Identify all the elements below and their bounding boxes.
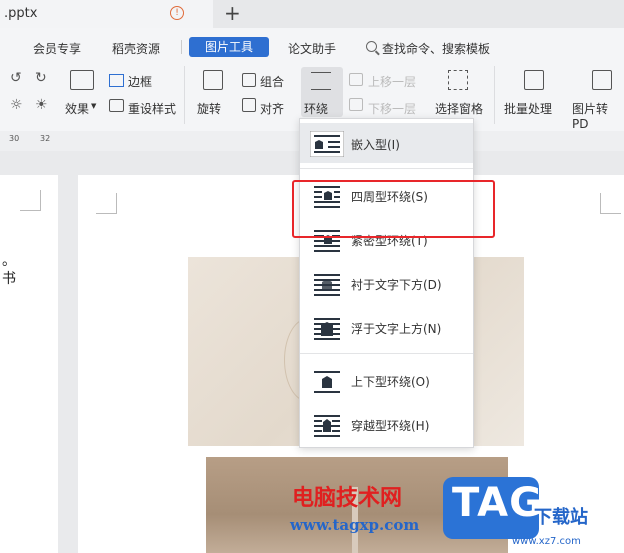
- ruler-number: 30: [9, 134, 20, 143]
- wrap-option-label: 衬于文字下方(D): [351, 278, 442, 292]
- send-backward-icon: [349, 98, 363, 111]
- new-tab-button[interactable]: +: [224, 1, 241, 25]
- wrap-option-label: 上下型环绕(O): [351, 375, 430, 389]
- wrap-option-inline[interactable]: 嵌入型(I): [300, 123, 473, 163]
- page-corner-mark: [600, 193, 621, 214]
- inline-wrap-icon: [310, 131, 344, 157]
- menu-divider: [300, 353, 473, 354]
- behind-text-icon: [314, 274, 340, 296]
- in-front-of-text-icon: [314, 318, 340, 340]
- rotate-right-icon[interactable]: ↻: [35, 70, 47, 86]
- wrap-option-top-bottom[interactable]: 上下型环绕(O): [300, 360, 473, 400]
- wrap-option-label: 穿越型环绕(H): [351, 419, 430, 433]
- watermark-download-url: www.xz7.com: [512, 536, 581, 547]
- group-button[interactable]: 组合: [260, 73, 284, 90]
- page-corner-mark: [20, 190, 41, 211]
- selection-pane-icon[interactable]: [448, 70, 468, 90]
- bring-forward-icon: [349, 73, 363, 86]
- wrap-option-in-front[interactable]: 浮于文字上方(N): [300, 307, 473, 347]
- chevron-down-icon: ▼: [91, 102, 97, 110]
- ruler-number: 32: [40, 134, 51, 143]
- brightness-down-icon[interactable]: ☼: [10, 97, 23, 113]
- rotate-button[interactable]: 旋转: [197, 100, 221, 117]
- rotate-left-icon[interactable]: ↺: [10, 70, 22, 86]
- batch-process-icon[interactable]: [524, 70, 544, 90]
- tab-templates[interactable]: 稻壳资源: [112, 40, 160, 57]
- align-icon[interactable]: [242, 98, 256, 112]
- body-text: 书: [2, 271, 16, 287]
- pic-to-pdf-icon[interactable]: [592, 70, 612, 90]
- send-backward-button[interactable]: 下移一层: [368, 100, 416, 117]
- tab-picture-tools[interactable]: 图片工具: [189, 37, 269, 57]
- through-wrap-icon: [314, 415, 340, 437]
- rotate-icon[interactable]: [203, 70, 223, 90]
- selection-pane-button[interactable]: 选择窗格: [435, 100, 483, 117]
- bring-forward-button[interactable]: 上移一层: [368, 73, 416, 90]
- document-tab-title: .pptx: [4, 6, 38, 21]
- page-corner-mark: [96, 193, 117, 214]
- highlight-annotation: [292, 180, 495, 238]
- tab-member[interactable]: 会员专享: [33, 40, 81, 57]
- unsaved-warning-icon[interactable]: !: [170, 6, 184, 20]
- body-text: 。: [2, 253, 16, 269]
- group-icon[interactable]: [242, 73, 256, 87]
- watermark-download-site: 下载站: [534, 507, 588, 528]
- effects-button[interactable]: 效果: [65, 100, 89, 117]
- wrap-button-label: 环绕: [304, 102, 329, 116]
- reset-style-icon[interactable]: [109, 99, 124, 112]
- wrap-option-label: 浮于文字上方(N): [351, 322, 442, 336]
- wrap-icon: [311, 72, 331, 90]
- wrap-dropdown-menu: 嵌入型(I) 四周型环绕(S) 紧密型环绕(T) 衬于文字下方(D) 浮于文字上…: [299, 118, 474, 448]
- reset-style-button[interactable]: 重设样式: [128, 100, 176, 117]
- border-button[interactable]: 边框: [128, 73, 152, 90]
- wrap-option-through[interactable]: 穿越型环绕(H): [300, 404, 473, 444]
- wrap-option-behind-text[interactable]: 衬于文字下方(D): [300, 263, 473, 303]
- effects-icon[interactable]: [70, 70, 94, 90]
- border-icon[interactable]: [109, 74, 124, 87]
- menu-divider: [300, 168, 473, 169]
- tab-divider: [181, 40, 182, 54]
- wrap-option-label: 嵌入型(I): [351, 138, 400, 152]
- watermark-url: www.tagxp.com: [290, 516, 420, 534]
- batch-process-button[interactable]: 批量处理: [504, 100, 552, 117]
- align-button[interactable]: 对齐: [260, 100, 284, 117]
- tab-paper-assistant[interactable]: 论文助手: [288, 40, 336, 57]
- search-icon[interactable]: [366, 41, 377, 52]
- watermark-site-name: 电脑技术网: [292, 486, 403, 511]
- brightness-up-icon[interactable]: ☀: [35, 97, 48, 113]
- top-bottom-wrap-icon: [314, 371, 340, 393]
- pic-to-pdf-button[interactable]: 图片转PD: [572, 100, 624, 131]
- page-left: [0, 175, 58, 553]
- watermark-tag-text: TAG: [452, 480, 543, 526]
- ribbon-separator: [494, 66, 495, 124]
- ribbon-separator: [184, 66, 185, 124]
- search-commands[interactable]: 查找命令、搜索模板: [382, 40, 490, 57]
